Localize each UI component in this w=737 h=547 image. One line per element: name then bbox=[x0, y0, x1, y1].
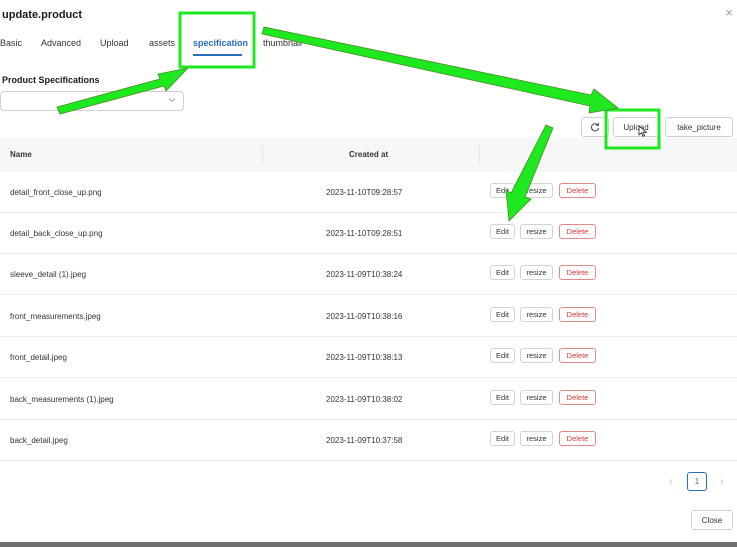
created-at: 2023-11-09T10:38:16 bbox=[326, 312, 403, 321]
tab-basic[interactable]: Basic bbox=[0, 38, 22, 48]
file-name: sleeve_detail (1).jpeg bbox=[10, 270, 87, 279]
delete-button[interactable]: Delete bbox=[559, 307, 596, 322]
tab-bar: Basic Advanced Upload assets specificati… bbox=[0, 30, 737, 58]
column-divider bbox=[262, 146, 263, 164]
created-at: 2023-11-09T10:38:13 bbox=[326, 353, 403, 362]
table-header: Name Created at bbox=[0, 138, 737, 172]
tab-advanced[interactable]: Advanced bbox=[41, 38, 81, 48]
table-row: detail_back_close_up.png 2023-11-10T09:2… bbox=[0, 213, 737, 254]
created-at: 2023-11-10T09:28:51 bbox=[326, 229, 403, 238]
created-at: 2023-11-09T10:38:02 bbox=[326, 395, 403, 404]
resize-button[interactable]: resize bbox=[520, 224, 553, 239]
active-tab-indicator bbox=[193, 54, 242, 56]
created-at: 2023-11-09T10:38:24 bbox=[326, 270, 403, 279]
column-header-created-at: Created at bbox=[349, 150, 389, 159]
table-row: front_detail.jpeg 2023-11-09T10:38:13 Ed… bbox=[0, 337, 737, 378]
chevron-down-icon bbox=[168, 98, 176, 103]
refresh-icon bbox=[590, 122, 600, 132]
tab-upload[interactable]: Upload bbox=[100, 38, 129, 48]
window-bottom-edge bbox=[0, 542, 737, 547]
table-row: front_measurements.jpeg 2023-11-09T10:38… bbox=[0, 296, 737, 337]
specification-select[interactable] bbox=[0, 91, 184, 111]
edit-button[interactable]: Edit bbox=[490, 183, 515, 198]
file-name: detail_front_close_up.png bbox=[10, 188, 102, 197]
resize-button[interactable]: resize bbox=[520, 307, 553, 322]
column-divider bbox=[479, 146, 480, 164]
resize-button[interactable]: resize bbox=[520, 348, 553, 363]
take-picture-button[interactable]: take_picture bbox=[665, 117, 733, 137]
edit-button[interactable]: Edit bbox=[490, 224, 515, 239]
file-name: front_detail.jpeg bbox=[10, 353, 67, 362]
table-row: back_detail.jpeg 2023-11-09T10:37:58 Edi… bbox=[0, 420, 737, 461]
delete-button[interactable]: Delete bbox=[559, 431, 596, 446]
edit-button[interactable]: Edit bbox=[490, 390, 515, 405]
table-row: detail_front_close_up.png 2023-11-10T09:… bbox=[0, 172, 737, 213]
dialog-title: update.product bbox=[2, 9, 83, 21]
pagination-prev-icon[interactable]: ‹ bbox=[669, 476, 673, 488]
resize-button[interactable]: resize bbox=[520, 390, 553, 405]
delete-button[interactable]: Delete bbox=[559, 390, 596, 405]
resize-button[interactable]: resize bbox=[520, 431, 553, 446]
created-at: 2023-11-09T10:37:58 bbox=[326, 436, 403, 445]
table-row: sleeve_detail (1).jpeg 2023-11-09T10:38:… bbox=[0, 254, 737, 295]
section-label: Product Specifications bbox=[2, 75, 100, 85]
close-button[interactable]: Close bbox=[691, 510, 733, 530]
column-header-name: Name bbox=[10, 150, 32, 159]
resize-button[interactable]: resize bbox=[520, 183, 553, 198]
file-name: front_measurements.jpeg bbox=[10, 312, 101, 321]
pagination-next-icon[interactable]: › bbox=[720, 476, 724, 488]
delete-button[interactable]: Delete bbox=[559, 348, 596, 363]
table-row: back_measurements (1).jpeg 2023-11-09T10… bbox=[0, 379, 737, 420]
tab-assets[interactable]: assets bbox=[149, 38, 175, 48]
tab-thumbnail[interactable]: thumbnail bbox=[263, 38, 302, 48]
refresh-button[interactable] bbox=[581, 117, 609, 137]
file-name: back_measurements (1).jpeg bbox=[10, 395, 114, 404]
upload-button[interactable]: Upload bbox=[613, 117, 659, 137]
tab-specification[interactable]: specification bbox=[193, 38, 248, 48]
delete-button[interactable]: Delete bbox=[559, 224, 596, 239]
mouse-pointer-icon bbox=[638, 125, 648, 137]
close-icon[interactable]: × bbox=[723, 6, 735, 20]
edit-button[interactable]: Edit bbox=[490, 348, 515, 363]
resize-button[interactable]: resize bbox=[520, 265, 553, 280]
file-name: detail_back_close_up.png bbox=[10, 229, 103, 238]
pagination-page[interactable]: 1 bbox=[687, 472, 707, 491]
edit-button[interactable]: Edit bbox=[490, 265, 515, 280]
delete-button[interactable]: Delete bbox=[559, 183, 596, 198]
delete-button[interactable]: Delete bbox=[559, 265, 596, 280]
edit-button[interactable]: Edit bbox=[490, 431, 515, 446]
created-at: 2023-11-10T09:28:57 bbox=[326, 188, 403, 197]
edit-button[interactable]: Edit bbox=[490, 307, 515, 322]
file-name: back_detail.jpeg bbox=[10, 436, 68, 445]
